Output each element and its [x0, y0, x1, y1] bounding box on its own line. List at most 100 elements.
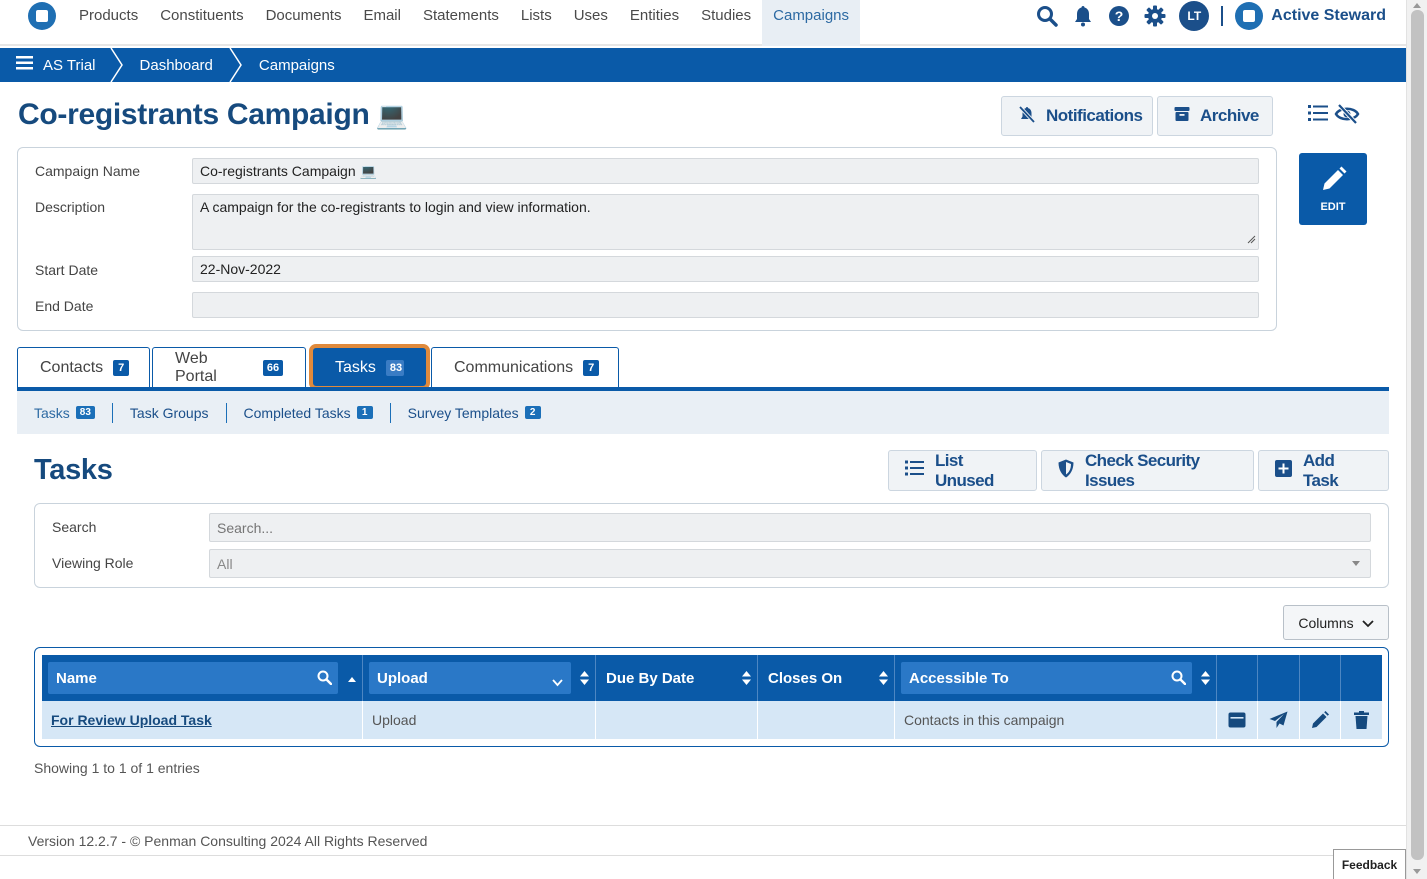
sort-icon[interactable] [1201, 671, 1210, 685]
check-security-issues-button[interactable]: Check Security Issues [1041, 450, 1254, 491]
edit-label: EDIT [1320, 200, 1346, 213]
subtab-completed-tasks[interactable]: Completed Tasks 1 [243, 402, 391, 423]
column-header-due-by-date[interactable]: Due By Date [596, 655, 758, 701]
archive-row-icon[interactable] [1217, 701, 1258, 739]
sort-icon[interactable] [580, 671, 589, 685]
column-header-action [1217, 655, 1258, 701]
start-date-field[interactable]: 22-Nov-2022 [192, 256, 1259, 282]
columns-button[interactable]: Columns [1283, 605, 1389, 640]
count-badge: 2 [524, 406, 541, 419]
notifications-button[interactable]: Notifications [1001, 96, 1153, 136]
tab-label: Communications [454, 358, 574, 376]
bell-icon[interactable] [1071, 4, 1095, 28]
archive-icon [1174, 106, 1190, 127]
sort-icon[interactable] [879, 671, 888, 685]
hamburger-icon[interactable] [16, 56, 33, 74]
check-security-label: Check Security Issues [1085, 450, 1200, 490]
brand[interactable]: Active Steward [1235, 2, 1386, 30]
scroll-up-icon[interactable] [1413, 3, 1421, 8]
nav-campaigns[interactable]: Campaigns [762, 0, 861, 46]
nav-documents[interactable]: Documents [255, 0, 353, 46]
pencil-icon[interactable] [1300, 701, 1341, 739]
search-icon[interactable] [1035, 4, 1059, 28]
column-header-upload[interactable]: Upload [363, 655, 596, 701]
cell-name: For Review Upload Task [42, 701, 363, 739]
plus-square-icon [1275, 459, 1292, 482]
shield-icon [1058, 459, 1074, 483]
eye-slash-icon[interactable] [1334, 103, 1360, 129]
nav-studies[interactable]: Studies [690, 0, 762, 46]
breadcrumb: AS Trial Dashboard Campaigns [0, 48, 1406, 82]
end-date-field[interactable] [192, 292, 1259, 318]
header-label: Upload [377, 669, 428, 687]
nav-entities[interactable]: Entities [619, 0, 690, 46]
gear-icon[interactable] [1143, 4, 1167, 28]
subtab-survey-templates[interactable]: Survey Templates 2 [408, 403, 558, 423]
search-input[interactable] [209, 513, 1371, 542]
list-icon[interactable] [1308, 104, 1328, 129]
main-nav: Products Constituents Documents Email St… [68, 0, 861, 46]
help-icon[interactable]: ? [1107, 4, 1131, 28]
page-title-text: Co-registrants Campaign [18, 98, 370, 131]
add-task-label: Add Task [1303, 450, 1339, 490]
trash-icon[interactable] [1341, 701, 1382, 739]
sort-asc-icon[interactable] [347, 671, 356, 685]
search-icon[interactable] [1171, 670, 1187, 689]
user-avatar[interactable]: LT [1179, 1, 1210, 31]
breadcrumb-campaigns[interactable]: Campaigns [243, 48, 351, 82]
send-icon[interactable] [1258, 701, 1300, 739]
campaign-name-field[interactable]: Co-registrants Campaign 💻 [192, 158, 1259, 184]
scroll-down-icon[interactable] [1413, 869, 1421, 874]
breadcrumb-separator-icon [109, 48, 124, 82]
column-header-accessible-to[interactable]: Accessible To [895, 655, 1217, 701]
nav-uses[interactable]: Uses [563, 0, 619, 46]
app-logo[interactable] [28, 2, 56, 30]
scrollbar-thumb[interactable] [1411, 10, 1424, 860]
feedback-button[interactable]: Feedback [1333, 849, 1406, 879]
scrollbar[interactable] [1406, 0, 1427, 879]
tasks-table: Name Upload Due By Date Closes On Access… [34, 647, 1389, 747]
section-title: Tasks [34, 454, 113, 486]
nav-lists[interactable]: Lists [510, 0, 563, 46]
notifications-label: Notifications [1046, 106, 1143, 125]
nav-icons: ? LT Active Steward [1035, 0, 1386, 32]
breadcrumb-dashboard[interactable]: Dashboard [124, 48, 229, 82]
add-task-button[interactable]: Add Task [1258, 450, 1389, 491]
columns-label: Columns [1298, 614, 1354, 631]
column-header-action [1300, 655, 1341, 701]
breadcrumb-separator-icon [229, 48, 243, 82]
nav-constituents[interactable]: Constituents [149, 0, 254, 46]
resize-handle-icon[interactable] [1246, 231, 1256, 247]
footer: Version 12.2.7 - © Penman Consulting 202… [0, 825, 1406, 856]
subtab-label: Completed Tasks [243, 404, 351, 421]
edit-button[interactable]: EDIT [1299, 153, 1367, 225]
breadcrumb-as-trial[interactable]: AS Trial [0, 48, 110, 82]
cell-accessible-to: Contacts in this campaign [895, 701, 1217, 739]
viewing-role-select[interactable]: All [209, 549, 1371, 578]
footer-text: Version 12.2.7 - © Penman Consulting 202… [28, 833, 428, 849]
column-header-action [1258, 655, 1300, 701]
search-icon[interactable] [317, 670, 333, 689]
tab-tasks[interactable]: Tasks 83 [309, 344, 430, 390]
list-unused-button[interactable]: List Unused [888, 450, 1037, 491]
subtab-task-groups[interactable]: Task Groups [130, 402, 227, 423]
nav-products[interactable]: Products [68, 0, 149, 46]
sort-icon[interactable] [742, 671, 751, 685]
nav-statements[interactable]: Statements [412, 0, 510, 46]
filter-panel: Search Viewing Role All [34, 503, 1389, 588]
tab-contacts[interactable]: Contacts 7 [17, 347, 150, 387]
archive-button[interactable]: Archive [1157, 96, 1273, 136]
task-link[interactable]: For Review Upload Task [51, 712, 212, 728]
breadcrumb-label: Campaigns [258, 56, 335, 74]
column-header-name[interactable]: Name [42, 655, 363, 701]
subtab-tasks[interactable]: Tasks 83 [34, 402, 113, 423]
page-title: Co-registrants Campaign 💻 [18, 98, 408, 132]
tab-communications[interactable]: Communications 7 [431, 347, 619, 387]
subtab-label: Survey Templates [407, 404, 519, 421]
tab-web-portal[interactable]: Web Portal 66 [152, 347, 306, 387]
nav-email[interactable]: Email [352, 0, 412, 46]
cell-upload: Upload [363, 701, 596, 739]
description-field[interactable]: A campaign for the co-registrants to log… [192, 194, 1259, 250]
column-header-closes-on[interactable]: Closes On [758, 655, 895, 701]
chevron-down-icon[interactable] [552, 674, 563, 691]
